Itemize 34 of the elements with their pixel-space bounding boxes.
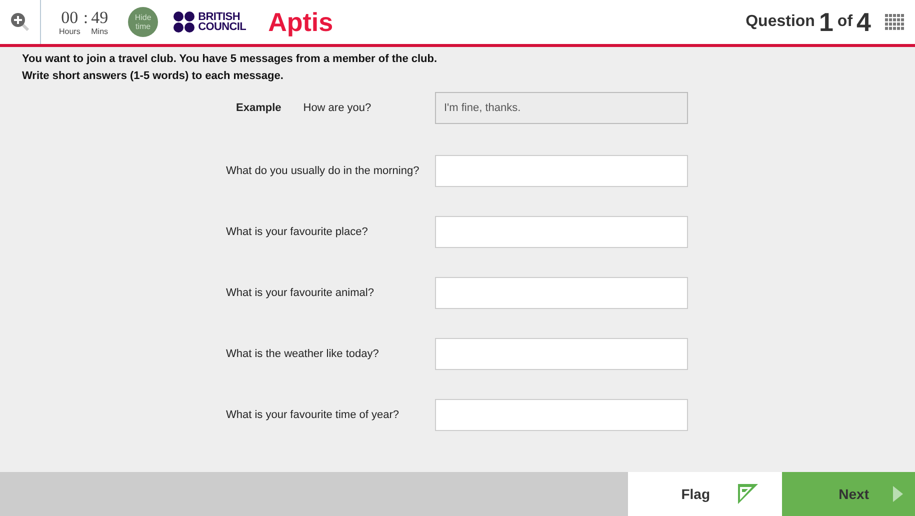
example-question: How are you? xyxy=(303,102,372,114)
question-text: What is your favourite place? xyxy=(226,226,368,238)
zoom-in-icon[interactable] xyxy=(9,11,31,33)
hours-label: Hours xyxy=(59,26,80,36)
answer-field[interactable] xyxy=(435,338,688,370)
arrow-right-icon xyxy=(893,486,903,502)
question-text: What is your favourite time of year? xyxy=(226,408,400,420)
answer-field[interactable] xyxy=(435,398,688,430)
hide-time-button[interactable]: Hide time xyxy=(128,7,158,37)
question-text: What is the weather like today? xyxy=(226,348,379,360)
next-button[interactable]: Next xyxy=(782,472,915,516)
question-current: 1 xyxy=(818,9,834,35)
question-label: Question xyxy=(746,13,815,31)
timer-minutes: 49 xyxy=(91,8,108,26)
question-total: 4 xyxy=(856,9,871,35)
minutes-label: Mins xyxy=(91,26,108,36)
flag-button[interactable]: Flag xyxy=(628,472,782,516)
logo-dots-icon xyxy=(173,11,196,33)
timer-hours: 00 xyxy=(61,8,78,26)
grid-icon[interactable] xyxy=(885,14,905,30)
instruction-text: You want to join a travel club. You have 5 messages from a member of the club. xyxy=(22,52,438,67)
answer-field[interactable] xyxy=(435,216,688,248)
question-of: of xyxy=(837,13,853,31)
answer-field[interactable] xyxy=(435,276,688,308)
example-answer-field: I'm fine, thanks. xyxy=(435,92,688,124)
question-text: What is your favourite animal? xyxy=(226,286,374,298)
instruction-text: Write short answers (1-5 words) to each message. xyxy=(22,69,284,84)
logo-text: COUNCIL xyxy=(198,22,246,32)
question-text: What do you usually do in the morning? xyxy=(226,164,420,176)
example-label: Example xyxy=(236,102,282,114)
product-name: Aptis xyxy=(268,6,334,38)
logo-text: BRITISH xyxy=(198,12,240,22)
answer-field[interactable] xyxy=(435,154,688,186)
timer-separator: : xyxy=(83,8,88,26)
